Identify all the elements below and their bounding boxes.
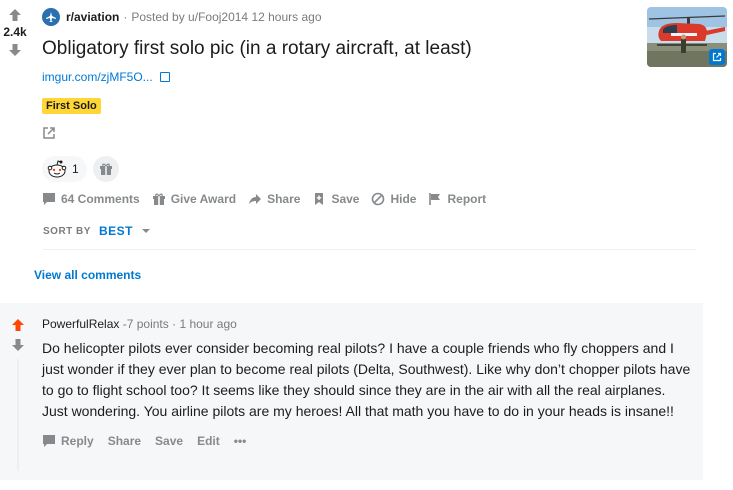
external-link-icon — [160, 72, 171, 82]
comment-author[interactable]: PowerfulRelax — [42, 317, 119, 331]
report-label: Report — [447, 192, 487, 206]
save-label: Save — [331, 192, 360, 206]
post-thumbnail[interactable] — [647, 7, 727, 67]
wholesome-award-icon — [47, 160, 67, 178]
comment-icon — [43, 193, 55, 205]
reply-label: Reply — [61, 434, 94, 448]
post-actions: 64 Comments Give Award Share Save Hide R… — [42, 192, 642, 206]
comment-meta-separator: · — [172, 317, 177, 331]
posted-by[interactable]: Posted by u/Fooj2014 12 hours ago — [131, 10, 321, 24]
comments-button[interactable]: 64 Comments — [42, 192, 140, 206]
comment-actions: Reply Share Save Edit ••• — [42, 434, 692, 448]
share-arrow-icon — [249, 194, 262, 204]
post-domain-link[interactable]: imgur.com/zjMF5O... — [42, 70, 171, 84]
give-award-button[interactable]: Give Award — [152, 192, 236, 206]
downvote-arrow-icon[interactable] — [10, 338, 26, 352]
sort-label: SORT BY — [43, 225, 91, 237]
save-button[interactable]: Save — [312, 192, 359, 206]
flag-icon — [429, 193, 441, 205]
comment-text: Do helicopter pilots ever consider becom… — [42, 340, 691, 419]
airplane-icon — [46, 12, 56, 22]
comment: PowerfulRelax -7 points · 1 hour ago Do … — [0, 303, 703, 480]
thumbnail-external-badge — [709, 49, 725, 65]
upvote-arrow-icon[interactable] — [10, 318, 26, 332]
comment-vote-column — [10, 318, 26, 352]
comment-save-label: Save — [155, 434, 184, 448]
comment-share-button[interactable]: Share — [108, 434, 141, 448]
bookmark-plus-icon — [315, 193, 324, 205]
post-score: 2.4k — [3, 25, 27, 39]
awards-row: 1 — [42, 156, 642, 182]
post-title-text[interactable]: Obligatory first solo pic (in a rotary a… — [42, 38, 472, 59]
gift-icon — [99, 163, 112, 175]
chevron-down-icon[interactable] — [141, 228, 151, 234]
post: r/aviation · Posted by u/Fooj2014 12 hou… — [42, 8, 642, 206]
post-title[interactable]: Obligatory first solo pic (in a rotary a… — [42, 36, 472, 90]
comment-save-button[interactable]: Save — [155, 434, 183, 448]
subreddit-icon[interactable] — [42, 8, 60, 26]
comment-share-label: Share — [107, 434, 142, 448]
award-pill[interactable]: 1 — [42, 156, 87, 182]
hide-label: Hide — [390, 192, 417, 206]
comment-points: -7 points — [122, 317, 169, 331]
add-award-button[interactable] — [92, 156, 119, 182]
give-award-label: Give Award — [170, 192, 237, 206]
comment-time[interactable]: 1 hour ago — [179, 317, 236, 331]
comment-icon — [43, 435, 55, 447]
sort-divider — [43, 249, 696, 250]
award-count: 1 — [72, 162, 79, 176]
downvote-arrow-icon[interactable] — [7, 43, 23, 57]
external-link-icon — [712, 52, 722, 62]
post-flair[interactable]: First Solo — [42, 98, 101, 114]
comments-label: 64 Comments — [61, 192, 140, 206]
external-link-icon[interactable] — [42, 126, 56, 140]
post-meta: r/aviation · Posted by u/Fooj2014 12 hou… — [42, 8, 642, 26]
hide-button[interactable]: Hide — [371, 192, 416, 206]
gift-icon — [152, 193, 165, 205]
meta-separator: · — [123, 10, 128, 24]
report-button[interactable]: Report — [428, 192, 486, 206]
comment-sort[interactable]: SORT BY BEST — [43, 224, 151, 238]
share-button[interactable]: Share — [248, 192, 300, 206]
thread-line[interactable] — [17, 359, 19, 471]
comment-meta: PowerfulRelax -7 points · 1 hour ago — [42, 317, 692, 331]
comment-edit-button[interactable]: Edit — [197, 434, 220, 448]
post-domain-text[interactable]: imgur.com/zjMF5O... — [42, 70, 153, 84]
comment-body: PowerfulRelax -7 points · 1 hour ago Do … — [42, 317, 692, 448]
upvote-arrow-icon[interactable] — [7, 8, 23, 22]
hide-icon — [372, 192, 385, 206]
share-label: Share — [267, 192, 301, 206]
more-options-button[interactable]: ••• — [234, 434, 247, 448]
post-vote-column: 2.4k — [0, 8, 30, 57]
comment-edit-label: Edit — [197, 434, 220, 448]
reply-button[interactable]: Reply — [42, 434, 94, 448]
view-all-comments-link[interactable]: View all comments — [34, 268, 141, 282]
more-options-icon: ••• — [233, 434, 247, 448]
sort-value[interactable]: BEST — [99, 224, 133, 238]
subreddit-link[interactable]: r/aviation — [66, 10, 119, 24]
